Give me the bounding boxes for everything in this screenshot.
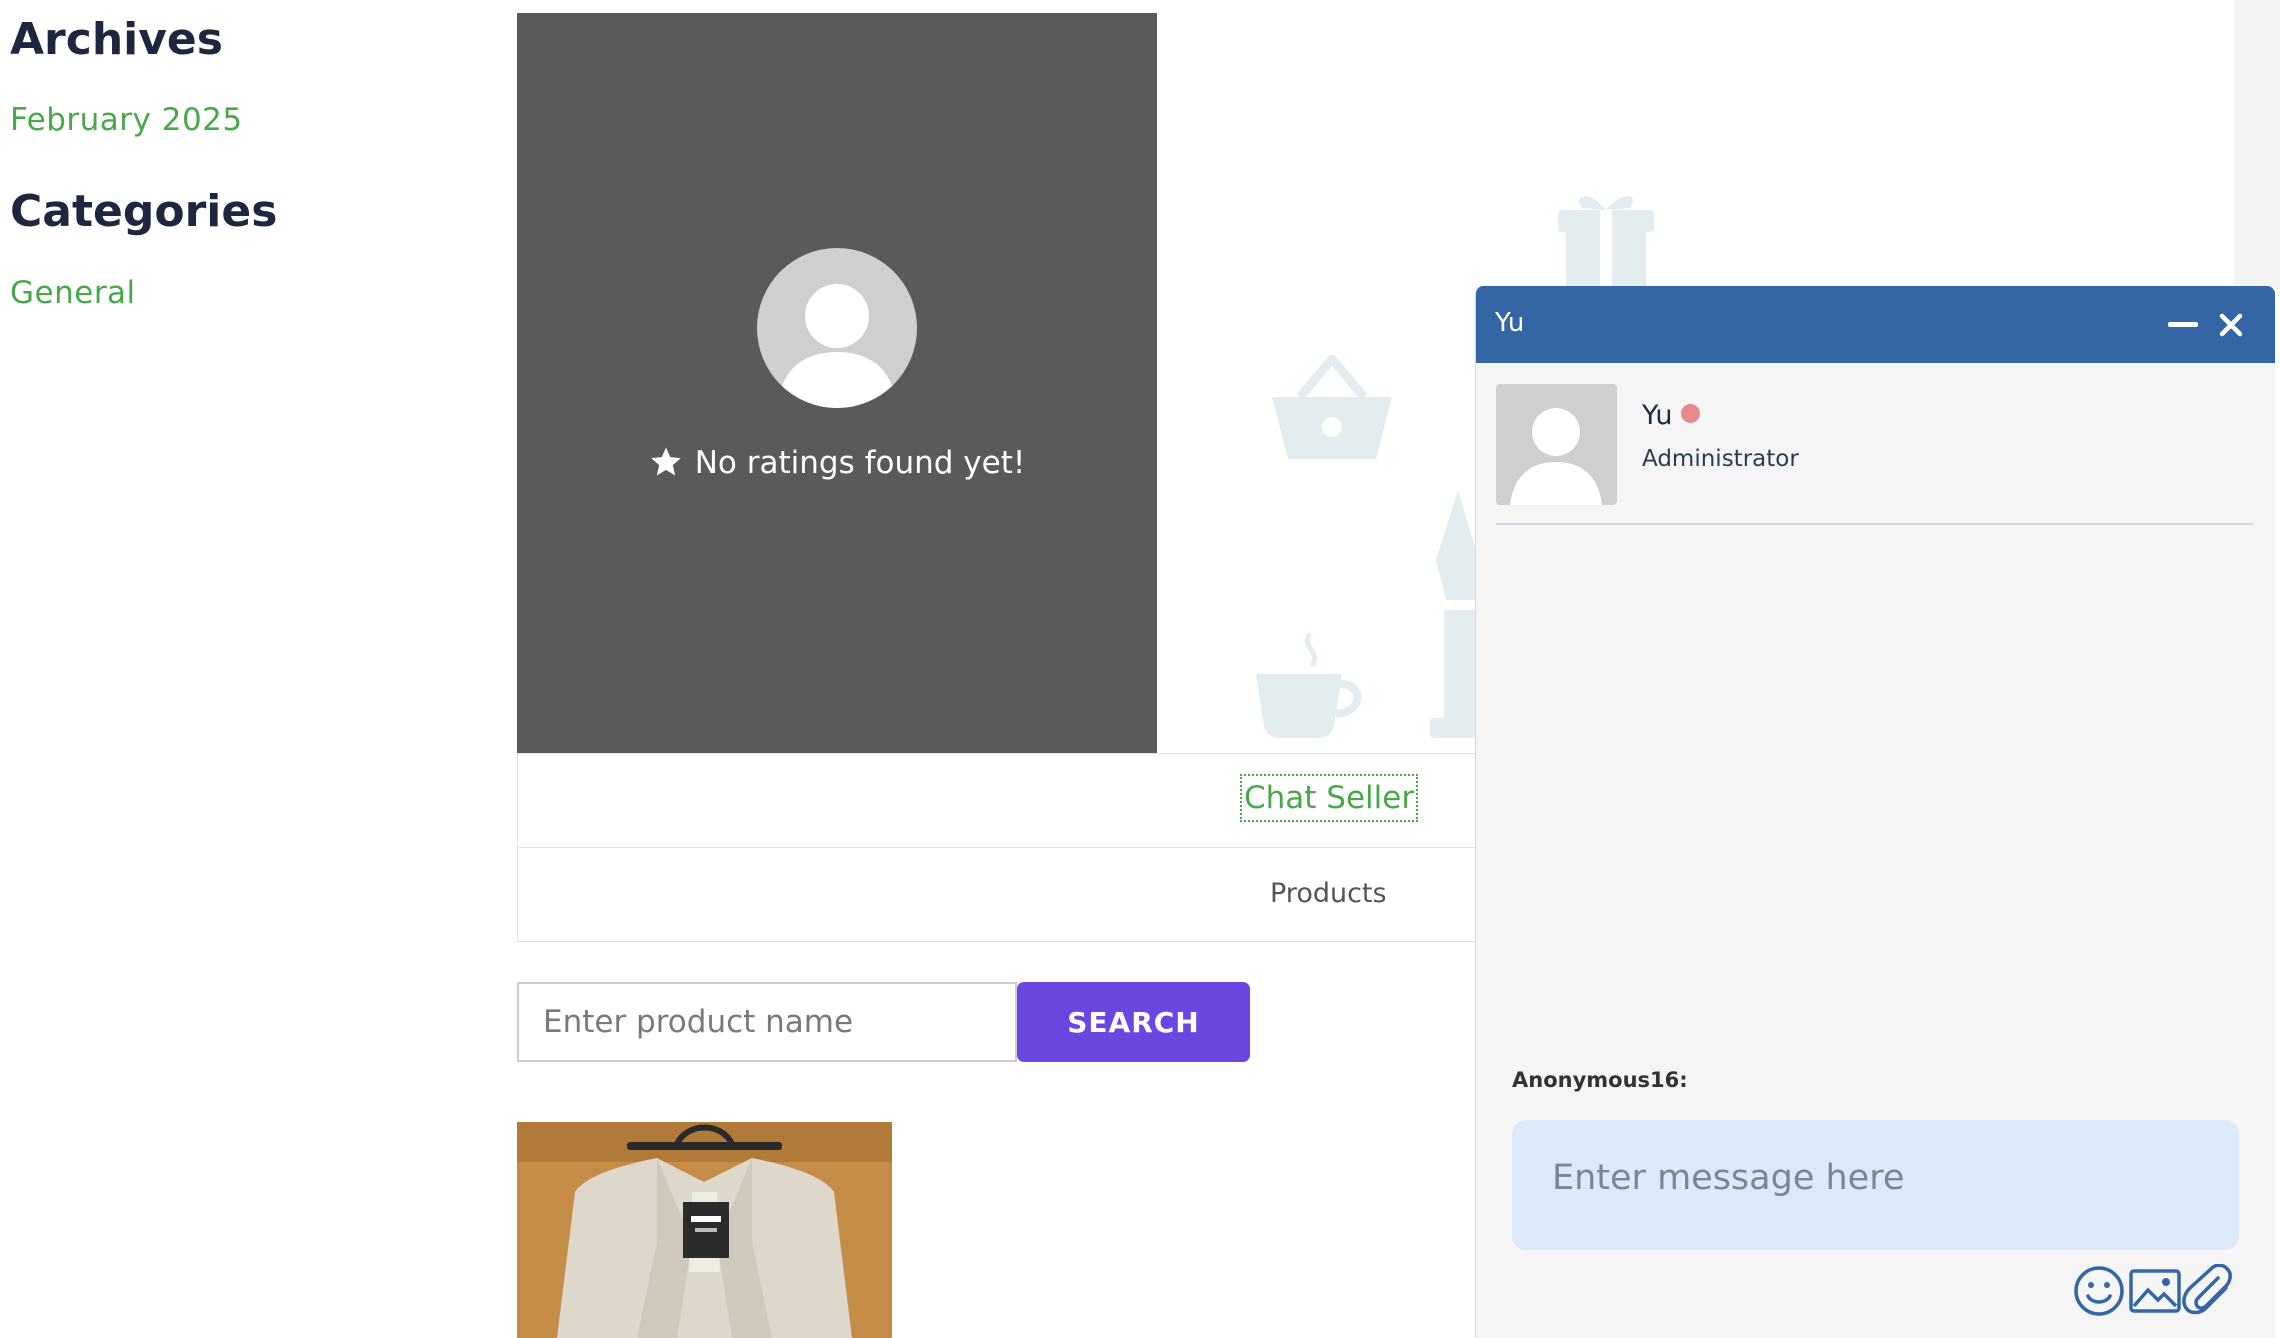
close-icon[interactable] (2214, 308, 2248, 342)
agent-name: Yu (1642, 400, 1673, 431)
chat-seller-link[interactable]: Chat Seller (1240, 774, 1419, 822)
categories-heading: Categories (10, 186, 278, 237)
product-search-input[interactable] (517, 982, 1017, 1062)
minimize-icon[interactable] (2168, 322, 2198, 327)
vendor-actions-row: Chat Seller (517, 753, 1477, 848)
user-silhouette-icon (1510, 408, 1602, 505)
emoji-icon[interactable] (2072, 1264, 2126, 1318)
product-image[interactable] (517, 1122, 892, 1338)
message-input[interactable] (1512, 1120, 2239, 1250)
star-icon (650, 447, 681, 476)
archive-link-february-2025[interactable]: February 2025 (10, 102, 243, 138)
gift-icon (1558, 196, 1654, 288)
image-icon[interactable] (2128, 1264, 2182, 1318)
chat-header-title: Yu (1495, 308, 1525, 338)
search-button[interactable]: SEARCH (1017, 982, 1250, 1062)
jacket-photo (517, 1122, 892, 1338)
store-tabs-row: Products (517, 847, 1477, 942)
chat-widget: Yu Yu Administrator Anonymous16: (1475, 286, 2275, 1338)
sender-name-label: Anonymous16: (1512, 1068, 1688, 1092)
vendor-rating: No ratings found yet! (517, 445, 1157, 481)
agent-role: Administrator (1642, 446, 1799, 472)
archives-heading: Archives (10, 14, 223, 65)
rating-text: No ratings found yet! (694, 445, 1026, 481)
page-edge-strip (2234, 0, 2280, 290)
category-link-general[interactable]: General (10, 275, 136, 311)
coffee-cup-icon (1256, 632, 1362, 738)
cafe-stand-icon (1430, 490, 1476, 738)
page: Archives February 2025 Categories Genera… (0, 0, 2280, 1338)
agent-avatar (1496, 384, 1617, 505)
basket-icon (1272, 355, 1392, 459)
offline-status-dot (1681, 404, 1700, 423)
chat-divider (1496, 523, 2253, 525)
vendor-profile-card: No ratings found yet! (517, 13, 1157, 753)
vendor-avatar (757, 248, 917, 408)
tab-products[interactable]: Products (1270, 878, 1387, 909)
chat-header[interactable]: Yu (1476, 286, 2275, 363)
attachment-icon[interactable] (2182, 1264, 2236, 1318)
user-silhouette-icon (777, 284, 897, 408)
